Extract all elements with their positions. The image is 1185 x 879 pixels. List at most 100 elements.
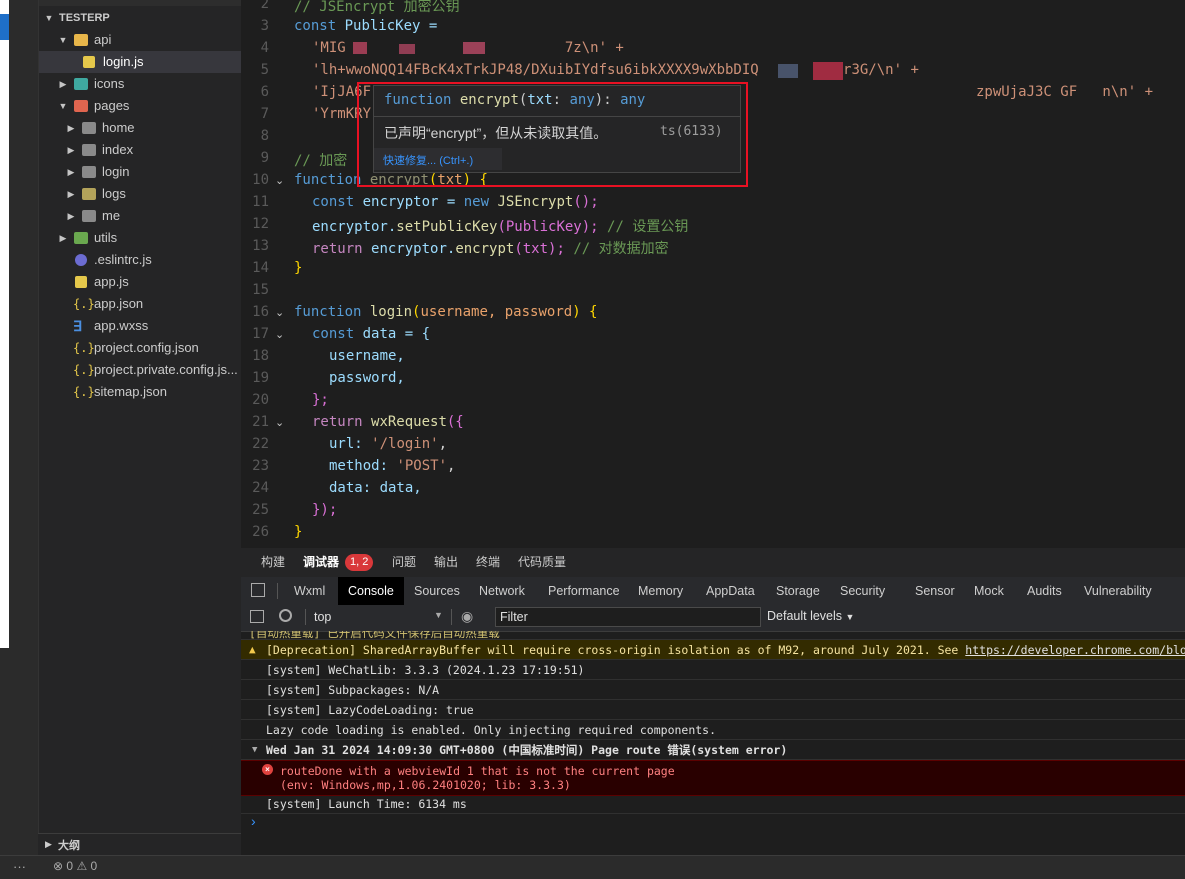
outline-section[interactable]: ▶ 大纲 <box>38 833 241 856</box>
line-number: 14 <box>252 260 269 276</box>
tree-file-sitemap[interactable]: {.} sitemap.json <box>39 381 242 403</box>
tree-folder-logs[interactable]: ▶ logs <box>39 183 242 205</box>
code-line: const encryptor = new JSEncrypt(); <box>312 194 599 210</box>
tree-file-project-private-config[interactable]: {.} project.private.config.js... <box>39 359 242 381</box>
chevron-right-icon: ▶ <box>59 79 67 89</box>
code-line: username, <box>329 348 405 364</box>
tree-folder-utils[interactable]: ▶ utils <box>39 227 242 249</box>
project-header[interactable]: ▼ TESTERP <box>39 7 242 29</box>
console-prompt[interactable]: › <box>251 813 256 829</box>
token: const <box>312 194 355 210</box>
folder-icon <box>82 188 96 200</box>
tab-output[interactable]: 输出 <box>434 548 458 577</box>
eye-icon[interactable]: ◉ <box>461 608 473 625</box>
chevron-right-icon: ▶ <box>67 211 75 221</box>
clear-console-icon[interactable] <box>279 609 292 622</box>
token: ) { <box>572 304 598 320</box>
line-number: 10 <box>252 172 269 188</box>
tab-sensor[interactable]: Sensor <box>915 577 955 605</box>
tree-folder-icons[interactable]: ▶ icons <box>39 73 242 95</box>
token: PublicKey = <box>344 18 438 34</box>
tab-storage[interactable]: Storage <box>776 577 820 605</box>
panel-tabbar: 构建 调试器 1, 2 问题 输出 终端 代码质量 <box>241 548 1185 578</box>
tree-file-project-config[interactable]: {.} project.config.json <box>39 337 242 359</box>
redaction-blur <box>778 64 798 78</box>
problems-indicator[interactable]: ⊗ 0 ⚠ 0 <box>53 859 97 873</box>
filter-input[interactable] <box>495 607 761 627</box>
simulator-tab[interactable] <box>0 14 9 40</box>
tree-folder-api[interactable]: ▼ api <box>39 29 242 51</box>
tree-label: login <box>102 164 130 179</box>
tree-file-login-js[interactable]: login.js <box>39 51 242 73</box>
tab-security[interactable]: Security <box>840 577 885 605</box>
chevron-right-icon: ▶ <box>67 145 75 155</box>
tree-label: pages <box>94 98 130 113</box>
group-text: Wed Jan 31 2024 14:09:30 GMT+0800 (中国标准时… <box>266 743 788 757</box>
chevron-right-icon: ▶ <box>67 123 75 133</box>
line-number: 16 <box>252 304 269 320</box>
tree-folder-login[interactable]: ▶ login <box>39 161 242 183</box>
tab-sources[interactable]: Sources <box>414 577 460 605</box>
tree-file-app-json[interactable]: {.} app.json <box>39 293 242 315</box>
sidebar-toggle-icon[interactable] <box>250 610 264 623</box>
tab-mock[interactable]: Mock <box>974 577 1004 605</box>
code-line: return wxRequest({ <box>312 414 464 430</box>
token: encryptor = <box>362 194 464 210</box>
deprecation-link[interactable]: https://developer.chrome.com/blog/enabl <box>965 643 1185 657</box>
tab-console[interactable]: Console <box>348 577 394 605</box>
line-number: 23 <box>252 458 269 474</box>
css-file-icon: ∃ <box>73 318 82 334</box>
console-line-cut: [自动热重载] 已开启代码文件保存后自动热重载 <box>241 631 1185 640</box>
tab-wxml[interactable]: Wxml <box>294 577 325 605</box>
chevron-down-icon: ▼ <box>845 612 855 622</box>
tree-file-app-wxss[interactable]: ∃ app.wxss <box>39 315 242 337</box>
console-group[interactable]: ▼ Wed Jan 31 2024 14:09:30 GMT+0800 (中国标… <box>241 740 1185 760</box>
tree-label: utils <box>94 230 118 245</box>
line-number: 9 <box>260 150 269 166</box>
debugger-badge: 1, 2 <box>345 554 374 571</box>
fold-icon[interactable]: ⌄ <box>275 174 284 187</box>
tree-folder-home[interactable]: ▶ home <box>39 117 242 139</box>
context-select[interactable]: top <box>314 610 331 624</box>
tab-memory[interactable]: Memory <box>638 577 683 605</box>
project-name: TESTERP <box>59 12 110 24</box>
console-toolbar: top ▼ ◉ Filter Default levels ▼ <box>241 605 1185 632</box>
tree-folder-me[interactable]: ▶ me <box>39 205 242 227</box>
json-file-icon: {.} <box>73 297 95 311</box>
code-line: method: 'POST', <box>329 458 455 474</box>
token: (txt); <box>514 241 565 257</box>
token: ({ <box>446 414 464 430</box>
tab-build[interactable]: 构建 <box>261 548 285 577</box>
folder-open-icon <box>74 100 88 112</box>
tab-performance[interactable]: Performance <box>548 577 620 605</box>
explorer-top-cut <box>39 0 242 6</box>
more-icon[interactable]: ··· <box>13 859 26 874</box>
tab-debugger[interactable]: 调试器 <box>303 548 340 578</box>
fold-icon[interactable]: ⌄ <box>275 416 284 429</box>
tab-vulnerability[interactable]: Vulnerability <box>1084 577 1152 605</box>
error-icon: × <box>262 764 273 775</box>
fold-icon[interactable]: ⌄ <box>275 306 284 319</box>
tab-code-quality[interactable]: 代码质量 <box>518 548 566 577</box>
line-number: 24 <box>252 480 269 496</box>
tree-label: index <box>102 142 134 157</box>
tree-folder-pages[interactable]: ▼ pages <box>39 95 242 117</box>
inspect-icon[interactable] <box>251 583 265 597</box>
token: login <box>369 304 413 320</box>
levels-select[interactable]: Default levels ▼ <box>767 609 854 623</box>
tab-terminal[interactable]: 终端 <box>476 548 500 577</box>
outline-label: 大纲 <box>58 840 80 852</box>
fold-icon[interactable]: ⌄ <box>275 328 284 341</box>
tab-appdata[interactable]: AppData <box>706 577 755 605</box>
json-file-icon: {.} <box>73 363 95 377</box>
error-text: routeDone with a webviewId 1 that is not… <box>280 764 675 778</box>
tree-folder-index[interactable]: ▶ index <box>39 139 242 161</box>
code-line: }; <box>312 392 329 408</box>
levels-label: Default levels <box>767 609 843 623</box>
token: 'POST' <box>396 458 448 474</box>
tree-file-eslintrc[interactable]: .eslintrc.js <box>39 249 242 271</box>
tab-network[interactable]: Network <box>479 577 525 605</box>
tab-issues[interactable]: 问题 <box>392 548 416 577</box>
tab-audits[interactable]: Audits <box>1027 577 1062 605</box>
tree-file-app-js[interactable]: app.js <box>39 271 242 293</box>
